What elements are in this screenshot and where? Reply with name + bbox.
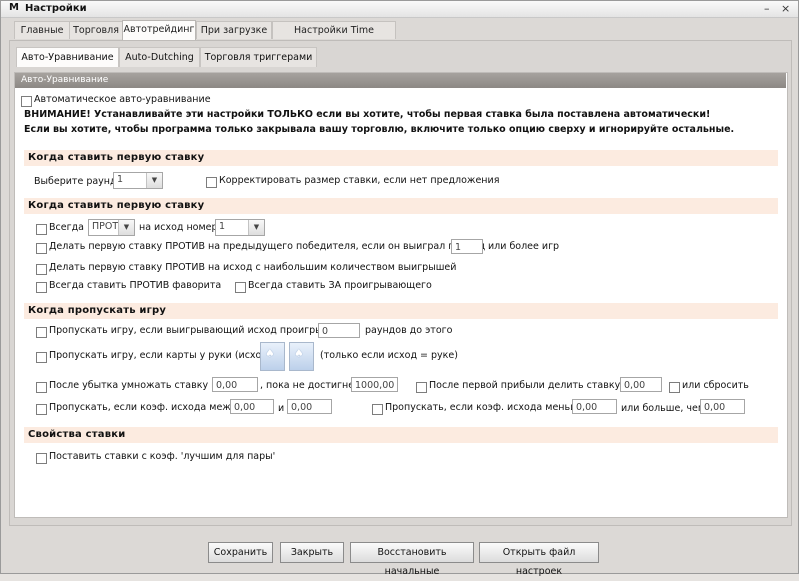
- card-picker-2[interactable]: ♠: [289, 342, 314, 371]
- outcome-select[interactable]: 1 ▼: [215, 219, 265, 236]
- card-picker-1[interactable]: ♠: [260, 342, 285, 371]
- app-logo-icon: M: [9, 2, 19, 13]
- multiply-label: После убытка умножать ставку на: [49, 380, 224, 391]
- always-checkbox[interactable]: [36, 224, 47, 235]
- more-than-label: или больше, чем: [621, 403, 705, 414]
- round-select[interactable]: 1 ▼: [113, 172, 163, 189]
- section-bet-properties: Свойства ставки: [24, 427, 778, 443]
- skip-coef-between-checkbox[interactable]: [36, 404, 47, 415]
- adjust-stake-checkbox[interactable]: [206, 177, 217, 188]
- skip-cards-label: Пропускать игру, если карты у руки (исхо…: [49, 350, 278, 361]
- divide-label: После первой прибыли делить ставку на: [429, 380, 636, 391]
- prev-winner-suffix: или более игр: [488, 241, 560, 252]
- chevron-down-icon[interactable]: ▼: [146, 173, 162, 188]
- tab-main[interactable]: Главные: [14, 21, 70, 39]
- skip-less-label: Пропускать, если коэф. исхода меньше: [385, 402, 585, 413]
- tab-trading[interactable]: Торговля: [69, 21, 123, 39]
- section-title: Когда ставить первую ставку: [28, 200, 205, 211]
- direction-value: ПРОТ: [92, 221, 119, 232]
- reset-label: или сбросить: [682, 380, 749, 391]
- panel-header: Авто-Уравнивание: [15, 73, 786, 88]
- divide-input[interactable]: 0,00: [620, 377, 662, 392]
- outcome-label: на исход номер: [139, 222, 218, 233]
- auto-level-checkbox[interactable]: [21, 96, 32, 107]
- skip-less-input[interactable]: 0,00: [572, 399, 617, 414]
- direction-select[interactable]: ПРОТ ▼: [88, 219, 135, 236]
- outcome-value: 1: [219, 221, 226, 232]
- title-bar: M Настройки – ×: [1, 1, 798, 18]
- main-tab-bar: Главные Торговля Автотрейдинг При загруз…: [14, 20, 396, 53]
- skip-coef-to-input[interactable]: 0,00: [287, 399, 332, 414]
- warning-line-2: Если вы хотите, чтобы программа только з…: [24, 124, 735, 135]
- always-label: Всегда: [49, 222, 84, 233]
- section-title: Когда ставить первую ставку: [28, 152, 205, 163]
- for-loser-checkbox[interactable]: [235, 282, 246, 293]
- chevron-down-icon[interactable]: ▼: [118, 220, 134, 235]
- card-icon: ♠: [294, 347, 304, 360]
- section-title: Когда пропускать игру: [28, 305, 167, 316]
- auto-level-label: Автоматическое авто-уравнивание: [34, 94, 211, 105]
- prev-winner-input[interactable]: 1: [451, 239, 483, 254]
- tab-time-machine[interactable]: Настройки Time Machine: [272, 21, 396, 53]
- round-label: Выберите раунд: [34, 176, 117, 187]
- open-settings-file-button[interactable]: Открыть файл настроек: [479, 542, 599, 577]
- skip-lost-label: Пропускать игру, если выигрывающий исход…: [49, 325, 341, 336]
- skip-coef-between-label: Пропускать, если коэф. исхода между: [49, 402, 244, 413]
- prev-winner-checkbox[interactable]: [36, 243, 47, 254]
- card-icon: ♠: [265, 347, 275, 360]
- skip-cards-checkbox[interactable]: [36, 352, 47, 363]
- against-favorite-checkbox[interactable]: [36, 282, 47, 293]
- chevron-down-icon[interactable]: ▼: [248, 220, 264, 235]
- adjust-stake-label: Корректировать размер ставки, если нет п…: [219, 175, 500, 186]
- skip-lost-checkbox[interactable]: [36, 327, 47, 338]
- until-label: , пока не достигнет: [260, 380, 360, 391]
- round-value: 1: [117, 174, 124, 185]
- window-title: Настройки: [25, 3, 87, 14]
- for-loser-label: Всегда ставить ЗА проигрывающего: [248, 280, 432, 291]
- skip-coef-and-label: и: [278, 403, 285, 414]
- section-first-bet-round: Когда ставить первую ставку: [24, 150, 778, 166]
- tab-on-load[interactable]: При загрузке: [196, 21, 272, 39]
- prev-winner-label: Делать первую ставку ПРОТИВ на предыдуще…: [49, 241, 486, 252]
- close-button[interactable]: Закрыть: [280, 542, 344, 563]
- multiply-checkbox[interactable]: [36, 382, 47, 393]
- skip-coef-from-input[interactable]: 0,00: [230, 399, 274, 414]
- divide-checkbox[interactable]: [416, 382, 427, 393]
- tab-autotrading[interactable]: Автотрейдинг: [122, 20, 196, 40]
- reset-checkbox[interactable]: [669, 382, 680, 393]
- skip-less-checkbox[interactable]: [372, 404, 383, 415]
- section-skip-game: Когда пропускать игру: [24, 303, 778, 319]
- close-icon[interactable]: ×: [781, 2, 790, 15]
- most-wins-checkbox[interactable]: [36, 264, 47, 275]
- subtab-trigger-trading[interactable]: Торговля триггерами: [200, 47, 317, 67]
- restore-defaults-button[interactable]: Восстановить начальные: [350, 542, 474, 577]
- against-favorite-label: Всегда ставить ПРОТИВ фаворита: [49, 280, 222, 291]
- skip-cards-note: (только если исход = руке): [320, 350, 458, 361]
- section-first-bet-conditions: Когда ставить первую ставку: [24, 198, 778, 214]
- best-pair-label: Поставить ставки с коэф. 'лучшим для пар…: [49, 451, 276, 462]
- multiply-input[interactable]: 0,00: [212, 377, 258, 392]
- skip-lost-input[interactable]: 0: [318, 323, 360, 338]
- skip-lost-suffix: раундов до этого: [365, 325, 453, 336]
- subtab-auto-dutching[interactable]: Auto-Dutching: [119, 47, 200, 67]
- most-wins-label: Делать первую ставку ПРОТИВ на исход с н…: [49, 262, 457, 273]
- until-input[interactable]: 1000,00: [351, 377, 398, 392]
- save-button[interactable]: Сохранить: [208, 542, 273, 563]
- minimize-button[interactable]: –: [764, 2, 770, 15]
- warning-line-1: ВНИМАНИЕ! Устанавливайте эти настройки Т…: [24, 109, 711, 120]
- best-pair-checkbox[interactable]: [36, 453, 47, 464]
- more-than-input[interactable]: 0,00: [700, 399, 745, 414]
- section-title: Свойства ставки: [28, 429, 126, 440]
- subtab-auto-level[interactable]: Авто-Уравнивание: [16, 47, 119, 67]
